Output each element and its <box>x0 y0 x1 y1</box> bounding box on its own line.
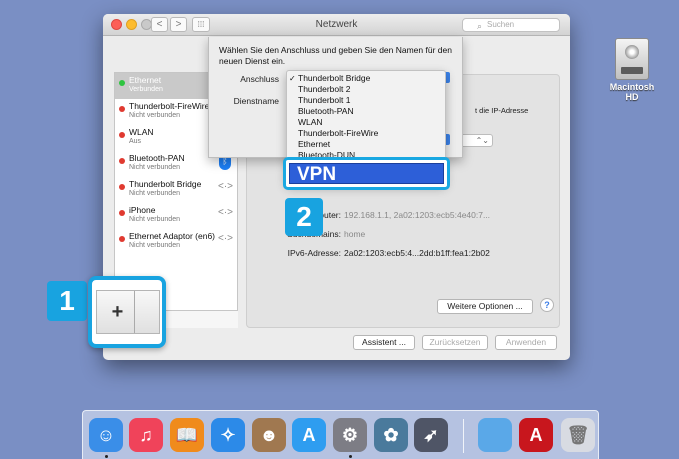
vpn-callout: VPN <box>283 157 450 190</box>
desktop-drive[interactable]: Macintosh HD <box>604 38 660 102</box>
network-arrows-icon: <·> <box>217 233 233 244</box>
service-status: Aus <box>129 138 142 145</box>
menu-item-vpn[interactable]: VPN <box>289 163 444 185</box>
service-status: Verbunden <box>129 86 163 93</box>
dock: ☺ ♫ 📖 ✧ ☻ A ⚙ ✿ ➶ A 🗑 <box>82 410 599 459</box>
apply-button[interactable]: Anwenden <box>495 335 557 350</box>
add-remove-control: + <box>96 290 160 334</box>
service-item-iphone[interactable]: iPhone Nicht verbunden <·> <box>115 203 237 229</box>
books-icon[interactable]: 📖 <box>170 418 204 452</box>
network-arrows-icon: <·> <box>217 181 233 192</box>
service-status: Nicht verbunden <box>129 164 180 171</box>
status-dot <box>119 184 125 190</box>
menu-item-label: Thunderbolt 2 <box>298 84 351 94</box>
search-placeholder: Suchen <box>487 20 515 29</box>
ipv6-label: IPv6-Adresse: <box>287 248 341 258</box>
sheet-instruction: Wählen Sie den Anschluss und geben Sie d… <box>219 45 452 66</box>
service-name: Ethernet Adaptor (en6) <box>129 231 216 241</box>
menu-item[interactable]: ✓ Thunderbolt Bridge <box>287 73 445 84</box>
menu-item[interactable]: Ethernet <box>287 139 445 150</box>
menu-item[interactable]: Thunderbolt 1 <box>287 95 445 106</box>
running-indicator <box>349 455 352 458</box>
acrobat-icon[interactable]: A <box>519 418 553 452</box>
running-indicator <box>105 455 108 458</box>
menu-item[interactable]: Thunderbolt 2 <box>287 84 445 95</box>
hard-drive-icon[interactable] <box>615 38 649 80</box>
service-item-thunderbolt-bridge[interactable]: Thunderbolt Bridge Nicht verbunden <·> <box>115 177 237 203</box>
photos-icon[interactable]: ✿ <box>374 418 408 452</box>
service-name-label: Dienstname <box>233 96 279 106</box>
menu-item-label: Thunderbolt 1 <box>298 95 351 105</box>
service-name: Ethernet <box>129 75 162 85</box>
menu-item-label: Thunderbolt-FireWire <box>298 128 379 138</box>
checkmark-icon: ✓ <box>289 74 296 83</box>
interface-label: Anschluss <box>240 74 279 84</box>
advanced-options-button[interactable]: Weitere Optionen ... <box>437 299 533 314</box>
service-status: Nicht verbunden <box>129 242 180 249</box>
service-name: iPhone <box>129 205 156 215</box>
menu-item-label: WLAN <box>298 117 323 127</box>
menu-item-label: Ethernet <box>298 139 331 149</box>
menu-item[interactable]: WLAN <box>287 117 445 128</box>
network-arrows-icon: <·> <box>217 207 233 218</box>
dock-separator <box>463 419 464 453</box>
add-service-callout: + <box>88 276 166 348</box>
service-status: Nicht verbunden <box>129 112 180 119</box>
service-item-ethernet-adaptor[interactable]: Ethernet Adaptor (en6) Nicht verbunden <… <box>115 229 237 255</box>
status-dot <box>119 106 125 112</box>
assistant-button[interactable]: Assistent ... <box>353 335 415 350</box>
service-status: Nicht verbunden <box>129 216 180 223</box>
status-dot <box>119 158 125 164</box>
folder-icon[interactable] <box>478 418 512 452</box>
music-icon[interactable]: ♫ <box>129 418 163 452</box>
trash-icon[interactable]: 🗑 <box>561 418 595 452</box>
finder-icon[interactable]: ☺ <box>89 418 123 452</box>
menu-item[interactable]: Bluetooth-PAN <box>287 106 445 117</box>
app-store-icon[interactable]: A <box>292 418 326 452</box>
drive-label: Macintosh HD <box>609 82 655 102</box>
contacts-icon[interactable]: ☻ <box>252 418 286 452</box>
ipv6-value: 2a02:1203:ecb5:4...2dd:b1ff:fea1:2b02 <box>344 248 490 258</box>
safari-icon[interactable]: ✧ <box>211 418 245 452</box>
menu-item[interactable]: Thunderbolt-FireWire <box>287 128 445 139</box>
status-dot <box>119 210 125 216</box>
menu-item-label: Thunderbolt Bridge <box>298 73 371 83</box>
service-status: Nicht verbunden <box>129 190 180 197</box>
service-name: Thunderbolt-FireWire <box>129 101 210 111</box>
ipv4-note: t die IP-Adresse <box>475 106 529 115</box>
revert-button[interactable]: Zurücksetzen <box>422 335 488 350</box>
search-icon: ⌕ <box>477 21 483 31</box>
status-dot <box>119 80 125 86</box>
step-2-badge: 2 <box>285 198 323 236</box>
service-name: Thunderbolt Bridge <box>129 179 202 189</box>
title-bar: < > ⁞⁞⁞ Netzwerk ⌕ Suchen <box>103 14 570 36</box>
system-preferences-icon[interactable]: ⚙ <box>333 418 367 452</box>
status-dot <box>119 236 125 242</box>
menu-item-label: Bluetooth-PAN <box>298 106 354 116</box>
search-input[interactable]: ⌕ Suchen <box>462 18 560 32</box>
step-1-badge: 1 <box>47 281 87 321</box>
help-button[interactable]: ? <box>540 298 554 312</box>
add-service-button[interactable]: + <box>101 291 135 333</box>
router-value: 192.168.1.1, 2a02:1203:ecb5:4e40:7... <box>344 210 491 220</box>
service-name: WLAN <box>129 127 154 137</box>
search-domains-value: home <box>344 229 366 239</box>
service-name: Bluetooth-PAN <box>129 153 185 163</box>
status-dot <box>119 132 125 138</box>
launchpad-icon[interactable]: ➶ <box>414 418 448 452</box>
